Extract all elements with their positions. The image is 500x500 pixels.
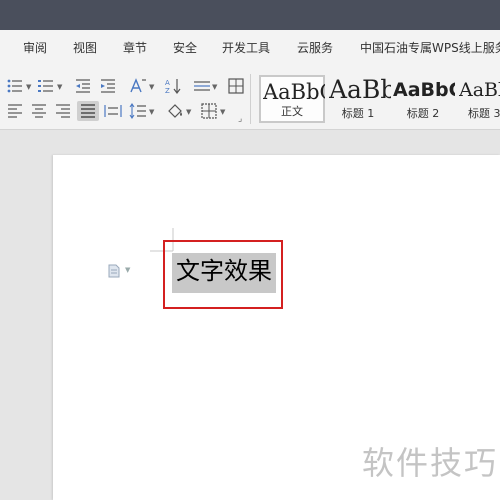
paint-bucket-icon xyxy=(168,104,182,118)
style-sample-heading-3: AaBbC xyxy=(459,79,500,101)
decrease-indent-icon xyxy=(76,79,90,93)
highlight-annotation-box xyxy=(163,240,283,309)
change-case-dropdown-icon[interactable]: ▼ xyxy=(149,83,154,91)
paragraph-handle-dropdown-icon[interactable]: ▼ xyxy=(125,266,130,274)
sort-button[interactable]: AZ xyxy=(163,76,183,96)
style-sample-heading-1: AaBb xyxy=(329,77,391,103)
menu-bar: 审阅 视图 章节 安全 开发工具 云服务 中国石油专属WPS线上服务 xyxy=(0,30,500,66)
change-case-icon xyxy=(130,78,146,93)
style-sample-normal: AaBbCcDd xyxy=(263,80,325,104)
title-bar xyxy=(0,0,500,30)
style-normal[interactable]: AaBbCcDd 正文 xyxy=(259,75,325,123)
justify-button[interactable] xyxy=(77,101,99,121)
svg-text:A: A xyxy=(165,79,170,87)
align-center-button[interactable] xyxy=(29,101,49,121)
menu-view[interactable]: 视图 xyxy=(73,40,97,56)
menu-review[interactable]: 审阅 xyxy=(23,40,47,56)
sort-icon: AZ xyxy=(165,79,181,94)
menu-section[interactable]: 章节 xyxy=(123,40,147,56)
distributed-align-button[interactable] xyxy=(103,101,123,121)
align-left-icon xyxy=(8,104,22,118)
numbered-list-dropdown-icon[interactable]: ▼ xyxy=(57,83,62,91)
style-heading-3[interactable]: AaBbC 标题 3 xyxy=(458,75,500,123)
menu-developer-tools[interactable]: 开发工具 xyxy=(222,40,270,56)
shading-button[interactable] xyxy=(165,101,185,121)
numbered-list-button[interactable] xyxy=(36,76,56,96)
svg-text:Z: Z xyxy=(165,87,170,94)
decrease-indent-button[interactable] xyxy=(73,76,93,96)
table-icon xyxy=(228,78,244,94)
paragraph-spacing-button[interactable] xyxy=(128,101,148,121)
style-heading-2[interactable]: AaBbC 标题 2 xyxy=(392,75,455,123)
menu-wps-online-service[interactable]: 中国石油专属WPS线上服务 xyxy=(360,40,500,56)
bullet-list-dropdown-icon[interactable]: ▼ xyxy=(26,83,31,91)
paragraph-spacing-dropdown-icon[interactable]: ▼ xyxy=(149,108,154,116)
line-spacing-dropdown-icon[interactable]: ▼ xyxy=(212,83,217,91)
borders-icon xyxy=(201,103,217,119)
watermark: 软件技巧 xyxy=(361,444,498,482)
paragraph-settings-launcher-icon[interactable]: ⌟ xyxy=(238,115,242,124)
menu-security[interactable]: 安全 xyxy=(173,40,197,56)
align-right-button[interactable] xyxy=(53,101,73,121)
bullet-list-button[interactable] xyxy=(5,76,25,96)
line-spacing-button[interactable] xyxy=(192,76,212,96)
ribbon-separator xyxy=(250,74,251,124)
align-center-icon xyxy=(32,104,46,118)
distributed-align-icon xyxy=(104,105,122,117)
paragraph-handle-icon[interactable] xyxy=(107,264,121,278)
style-name-heading-3: 标题 3 xyxy=(468,107,500,120)
bullet-list-icon xyxy=(7,79,22,93)
style-heading-1[interactable]: AaBb 标题 1 xyxy=(327,75,391,123)
paragraph-spacing-icon xyxy=(129,103,146,119)
table-insert-button[interactable] xyxy=(226,76,246,96)
line-spacing-icon xyxy=(194,81,210,91)
align-left-button[interactable] xyxy=(5,101,25,121)
shading-dropdown-icon[interactable]: ▼ xyxy=(186,108,191,116)
numbered-list-icon xyxy=(38,80,53,92)
justify-icon xyxy=(81,104,95,118)
style-name-normal: 正文 xyxy=(281,105,303,118)
menu-cloud-service[interactable]: 云服务 xyxy=(297,40,333,56)
increase-indent-button[interactable] xyxy=(98,76,118,96)
ribbon-toolbar: ▼ ▼ ▼ AZ ▼ ▼ ▼ ▼ ⌟ AaBb 正文 AaBb 标题 1 AaB… xyxy=(0,66,500,130)
style-name-heading-2: 标题 2 xyxy=(406,107,440,120)
borders-button[interactable] xyxy=(199,101,219,121)
borders-dropdown-icon[interactable]: ▼ xyxy=(220,108,225,116)
change-case-button[interactable] xyxy=(128,76,148,96)
increase-indent-icon xyxy=(101,79,115,93)
align-right-icon xyxy=(56,104,70,118)
style-name-heading-1: 标题 1 xyxy=(341,107,375,120)
style-sample-heading-2: AaBbC xyxy=(393,79,455,101)
